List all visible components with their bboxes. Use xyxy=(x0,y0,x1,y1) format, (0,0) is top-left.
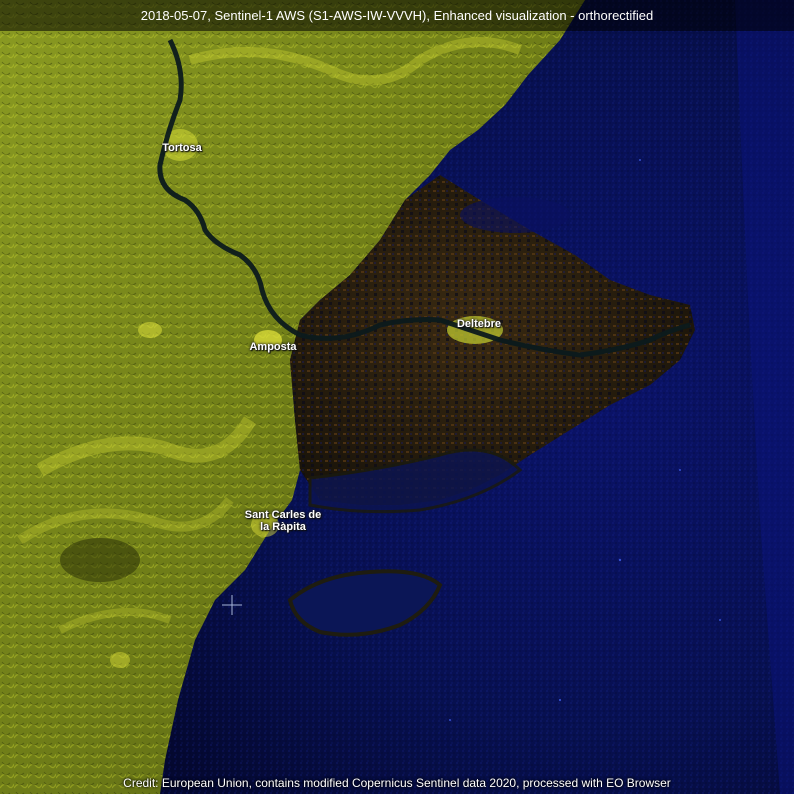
label-deltebre: Deltebre xyxy=(456,318,502,330)
credit-text: Credit: European Union, contains modifie… xyxy=(123,776,671,790)
label-sant-carles-line2: la Ràpita xyxy=(260,521,306,533)
label-sant-carles-line1: Sant Carles de xyxy=(244,509,322,521)
sar-map-image[interactable] xyxy=(0,0,794,794)
label-tortosa: Tortosa xyxy=(162,142,202,154)
label-sant-carles: Sant Carles de la Ràpita xyxy=(228,509,338,533)
label-amposta: Amposta xyxy=(249,341,297,353)
image-title: 2018-05-07, Sentinel-1 AWS (S1-AWS-IW-VV… xyxy=(140,8,654,23)
map-viewer[interactable]: 2018-05-07, Sentinel-1 AWS (S1-AWS-IW-VV… xyxy=(0,0,794,794)
image-title-bar: 2018-05-07, Sentinel-1 AWS (S1-AWS-IW-VV… xyxy=(0,0,794,31)
